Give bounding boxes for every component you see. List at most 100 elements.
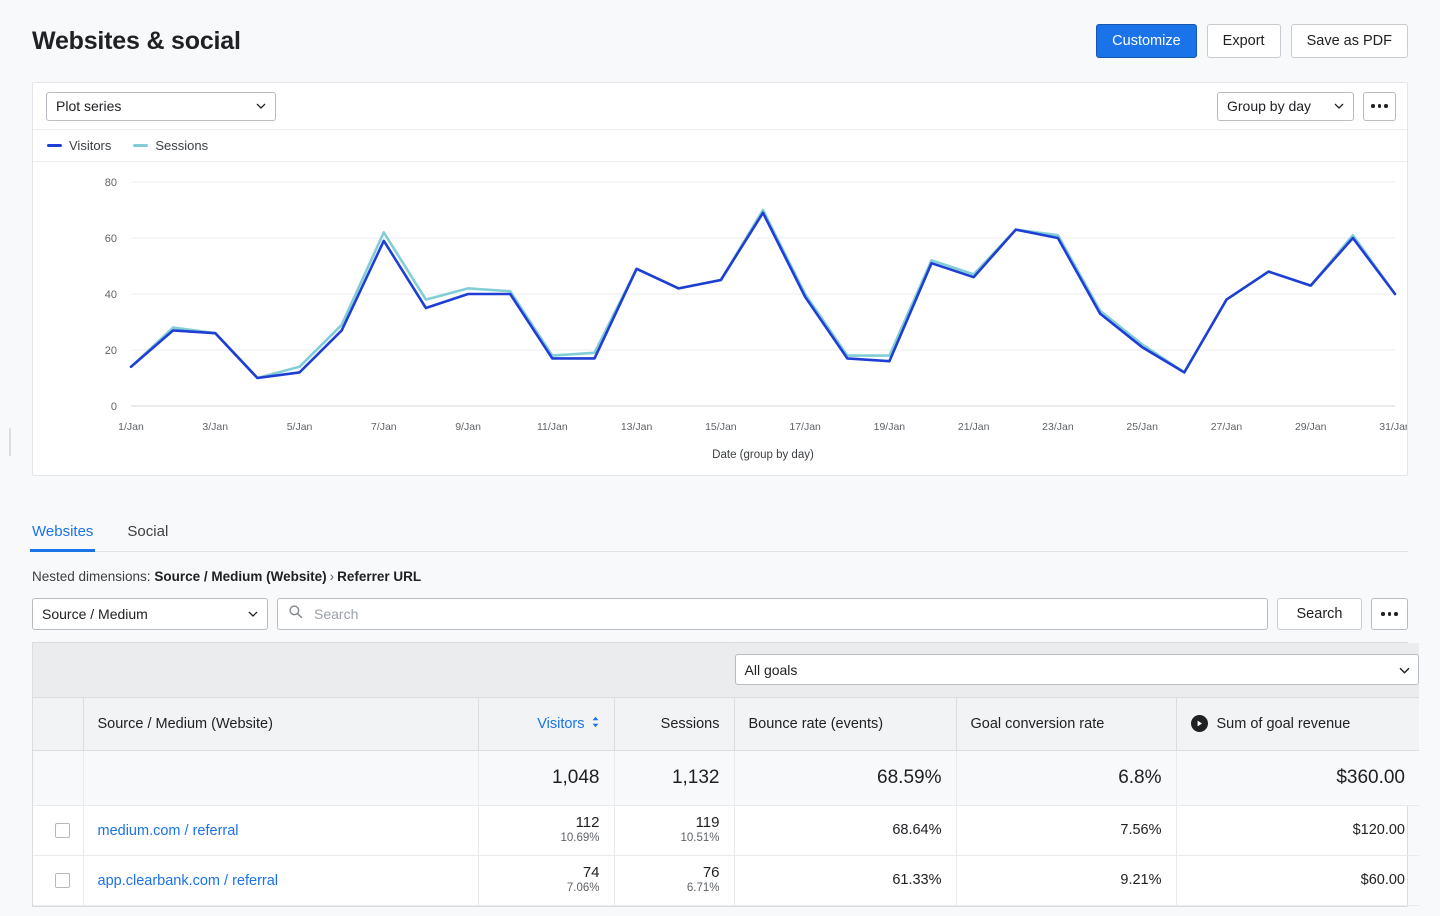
chart-card: Plot series Group by day Visitors Sessio bbox=[32, 82, 1408, 476]
row-source-cell: app.clearbank.com / referral bbox=[83, 855, 479, 906]
column-goal-conversion-rate[interactable]: Goal conversion rate bbox=[956, 697, 1177, 751]
header-actions: Customize Export Save as PDF bbox=[1096, 24, 1408, 58]
sort-arrows-icon bbox=[591, 716, 600, 732]
row-goal-conversion-rate: 9.21% bbox=[956, 855, 1177, 906]
plot-series-select[interactable]: Plot series bbox=[46, 91, 276, 121]
panel-resize-handle[interactable] bbox=[9, 428, 11, 456]
y-axis-tick: 80 bbox=[105, 177, 117, 189]
page-header: Websites & social Customize Export Save … bbox=[0, 0, 1440, 82]
row-revenue: $60.00 bbox=[1176, 855, 1419, 906]
dot-icon bbox=[1384, 104, 1388, 108]
search-input[interactable] bbox=[312, 605, 1257, 623]
column-sessions[interactable]: Sessions bbox=[614, 697, 735, 751]
table-more-options-button[interactable] bbox=[1371, 598, 1408, 630]
dot-icon bbox=[1371, 104, 1375, 108]
row-source-cell: medium.com / referral bbox=[83, 805, 479, 856]
x-axis-tick: 31/Jan bbox=[1379, 421, 1407, 433]
section-tabs: Websites Social bbox=[29, 512, 1408, 552]
y-axis-tick: 20 bbox=[105, 345, 117, 357]
chart-toolbar: Plot series Group by day bbox=[33, 83, 1407, 130]
all-goals-select[interactable]: All goals bbox=[734, 654, 1419, 686]
chart-svg: 0 20 40 60 80 1/Jan 3/Jan 5/Jan 7/Jan 9/Jan 11/Jan… bbox=[105, 177, 1407, 461]
totals-bounce-rate: 68.59% bbox=[734, 750, 957, 806]
chevron-down-icon bbox=[256, 101, 266, 111]
column-visitors[interactable]: Visitors bbox=[478, 697, 615, 751]
plot-series-value: Plot series bbox=[56, 98, 122, 114]
tab-websites[interactable]: Websites bbox=[29, 523, 96, 552]
totals-sessions: 1,132 bbox=[614, 750, 735, 806]
dimension-select-value: Source / Medium bbox=[42, 606, 148, 622]
totals-select-cell bbox=[33, 750, 84, 806]
row-visitors-value: 74 bbox=[582, 863, 600, 881]
group-by-select[interactable]: Group by day bbox=[1217, 91, 1354, 121]
search-box[interactable] bbox=[277, 598, 1268, 630]
column-source-medium[interactable]: Source / Medium (Website) bbox=[83, 697, 479, 751]
y-axis-tick: 60 bbox=[105, 233, 117, 245]
table-totals-row: 1,048 1,132 68.59% 6.8% $360.00 bbox=[33, 750, 1419, 806]
column-bounce-rate[interactable]: Bounce rate (events) bbox=[734, 697, 957, 751]
x-axis-label: Date (group by day) bbox=[712, 449, 814, 461]
row-sessions-percent: 6.71% bbox=[686, 881, 720, 894]
export-button[interactable]: Export bbox=[1206, 24, 1281, 58]
chart-legend: Visitors Sessions bbox=[33, 130, 1407, 162]
column-revenue-inner: Sum of goal revenue bbox=[1190, 715, 1406, 732]
search-button[interactable]: Search bbox=[1277, 598, 1362, 630]
tab-social[interactable]: Social bbox=[127, 523, 168, 551]
chevron-down-icon bbox=[248, 609, 258, 619]
data-table: All goals Source / Medium (Website) Visi… bbox=[33, 643, 1419, 906]
row-bounce-rate: 68.64% bbox=[734, 805, 957, 856]
nested-dimensions-separator: › bbox=[329, 569, 335, 584]
row-checkbox[interactable] bbox=[55, 872, 70, 888]
x-axis-tick: 9/Jan bbox=[455, 421, 481, 433]
x-axis-tick: 5/Jan bbox=[287, 421, 313, 433]
dimension-select[interactable]: Source / Medium bbox=[32, 598, 268, 630]
column-sessions-label: Sessions bbox=[660, 715, 720, 732]
row-revenue: $120.00 bbox=[1176, 805, 1419, 856]
y-axis-tick: 0 bbox=[111, 401, 117, 413]
goals-filter-cell: All goals bbox=[734, 643, 1419, 698]
column-visitors-sort[interactable]: Visitors bbox=[493, 716, 600, 732]
y-axis-tick: 40 bbox=[105, 289, 117, 301]
totals-visitors: 1,048 bbox=[478, 750, 615, 806]
totals-revenue: $360.00 bbox=[1176, 750, 1419, 806]
page-title: Websites & social bbox=[32, 26, 241, 55]
row-source-link[interactable]: app.clearbank.com / referral bbox=[98, 873, 279, 889]
report-table: All goals Source / Medium (Website) Visi… bbox=[32, 642, 1419, 907]
row-source-link[interactable]: medium.com / referral bbox=[98, 823, 239, 839]
x-axis-tick: 11/Jan bbox=[537, 421, 568, 433]
row-bounce-rate: 61.33% bbox=[734, 855, 957, 906]
chevron-down-icon bbox=[1334, 101, 1344, 111]
row-visitors-percent: 7.06% bbox=[566, 881, 600, 894]
x-axis-tick: 29/Jan bbox=[1295, 421, 1327, 433]
x-axis-tick: 1/Jan bbox=[118, 421, 144, 433]
legend-item-visitors[interactable]: Visitors bbox=[47, 138, 111, 153]
row-sessions-percent: 10.51% bbox=[680, 831, 720, 844]
line-chart-plot: 0 20 40 60 80 1/Jan 3/Jan 5/Jan 7/Jan 9/Jan 11/Jan… bbox=[33, 162, 1407, 476]
goals-filter-spacer bbox=[33, 643, 735, 698]
legend-item-sessions[interactable]: Sessions bbox=[133, 138, 208, 153]
x-axis-tick: 25/Jan bbox=[1126, 421, 1158, 433]
table-header-row: Source / Medium (Website) Visitors Sessi… bbox=[33, 697, 1419, 751]
chevron-down-icon bbox=[1399, 665, 1410, 675]
table-row[interactable]: app.clearbank.com / referral 74 7.06% 76… bbox=[33, 855, 1419, 906]
column-sum-of-goal-revenue[interactable]: Sum of goal revenue bbox=[1176, 697, 1419, 751]
row-visitors-cell: 74 7.06% bbox=[478, 855, 615, 906]
dot-icon bbox=[1387, 612, 1392, 616]
customize-button[interactable]: Customize bbox=[1096, 24, 1197, 58]
x-axis-tick: 13/Jan bbox=[621, 421, 653, 433]
legend-label-visitors: Visitors bbox=[69, 138, 112, 153]
row-checkbox[interactable] bbox=[55, 822, 70, 838]
nested-dimension-secondary[interactable]: Referrer URL bbox=[337, 569, 421, 584]
x-axis-tick: 21/Jan bbox=[958, 421, 990, 433]
table-row[interactable]: medium.com / referral 112 10.69% 119 10.… bbox=[33, 805, 1419, 856]
totals-goal-conversion-rate: 6.8% bbox=[956, 750, 1177, 806]
totals-source-cell bbox=[83, 750, 479, 806]
chart-toolbar-right: Group by day bbox=[1217, 91, 1396, 121]
nested-dimensions: Nested dimensions: Source / Medium (Webs… bbox=[32, 552, 1408, 598]
dot-icon bbox=[1377, 104, 1382, 108]
nested-dimension-primary[interactable]: Source / Medium (Website) bbox=[154, 569, 326, 584]
dot-icon bbox=[1381, 612, 1385, 616]
x-axis-tick: 27/Jan bbox=[1211, 421, 1243, 433]
chart-more-options-button[interactable] bbox=[1363, 91, 1396, 121]
save-as-pdf-button[interactable]: Save as PDF bbox=[1290, 24, 1408, 58]
